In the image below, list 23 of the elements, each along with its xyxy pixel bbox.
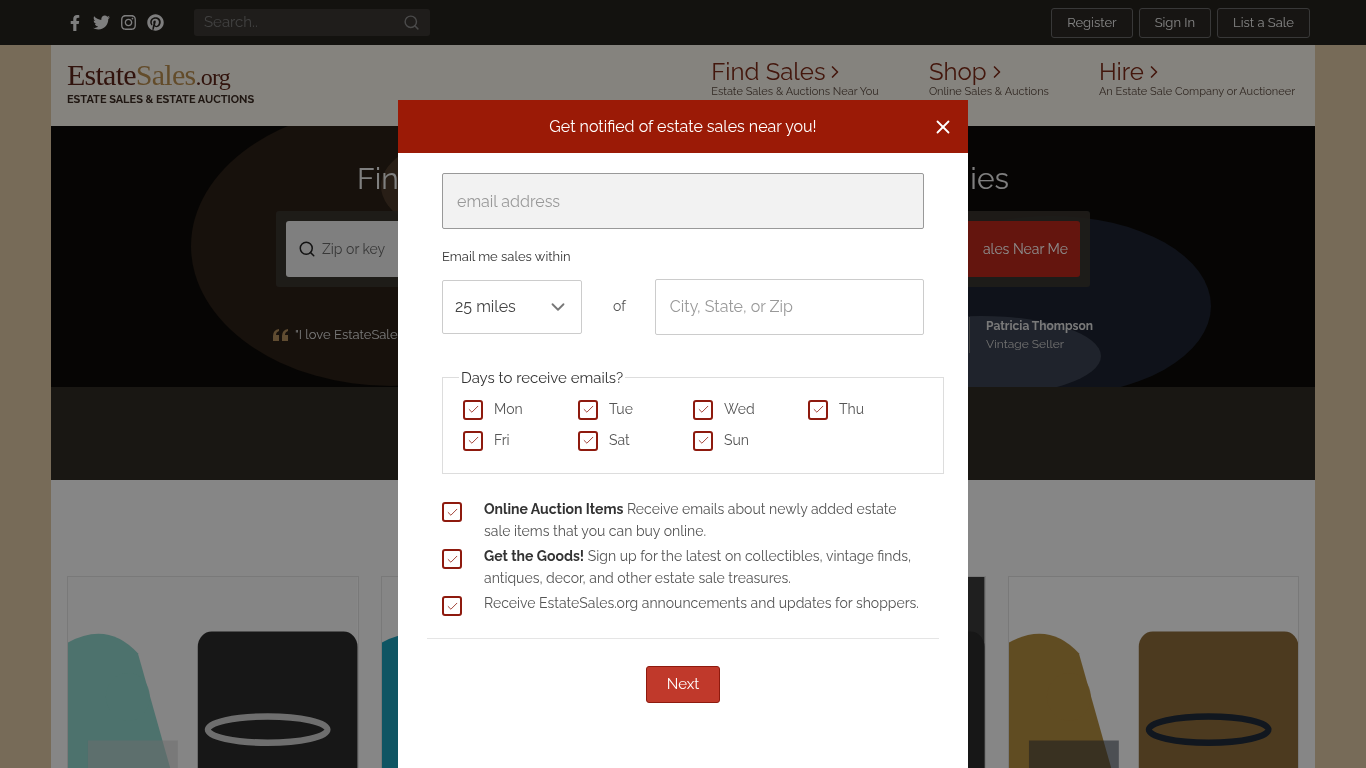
day-label: Mon [494,400,523,419]
hero-title: Fin [357,160,399,198]
option-text: Online Auction Items Receive emails about newly added estate sale items that you can buy online. [484,500,898,541]
days-legend: Days to receive emails? [459,366,626,389]
testimonial-quote: "I love EstateSale [295,326,398,345]
distance-label: Email me sales within [442,248,572,266]
of-label: of [613,297,626,316]
day-label: Thu [839,400,865,419]
hero-title: ies [970,160,1009,198]
testimonial-role: Vintage Seller [986,336,1065,353]
testimonial-author: Patricia Thompson [986,318,1093,335]
nav-subtitle: Online Sales & Auctions [928,85,1049,98]
logo-tagline: ESTATE SALES & ESTATE AUCTIONS [67,93,255,107]
dialog-title: Get notified of estate sales near you! [549,115,817,138]
option-text: Get the Goods! Sign up for the latest on collectibles, vintage finds, antiques, decor, and other estate sale treasures. [484,547,913,588]
day-label: Wed [724,400,755,419]
nav-subtitle: An Estate Sale Company or Auctioneer [1098,85,1295,98]
day-label: Sun [724,431,749,450]
day-label: Sat [609,431,630,450]
day-label: Tue [609,400,633,419]
nav-subtitle: Estate Sales & Auctions Near You [711,85,879,98]
option-text: Receive EstateSales.org announcements and updates for shoppers. [484,594,919,613]
day-label: Fri [494,431,510,450]
